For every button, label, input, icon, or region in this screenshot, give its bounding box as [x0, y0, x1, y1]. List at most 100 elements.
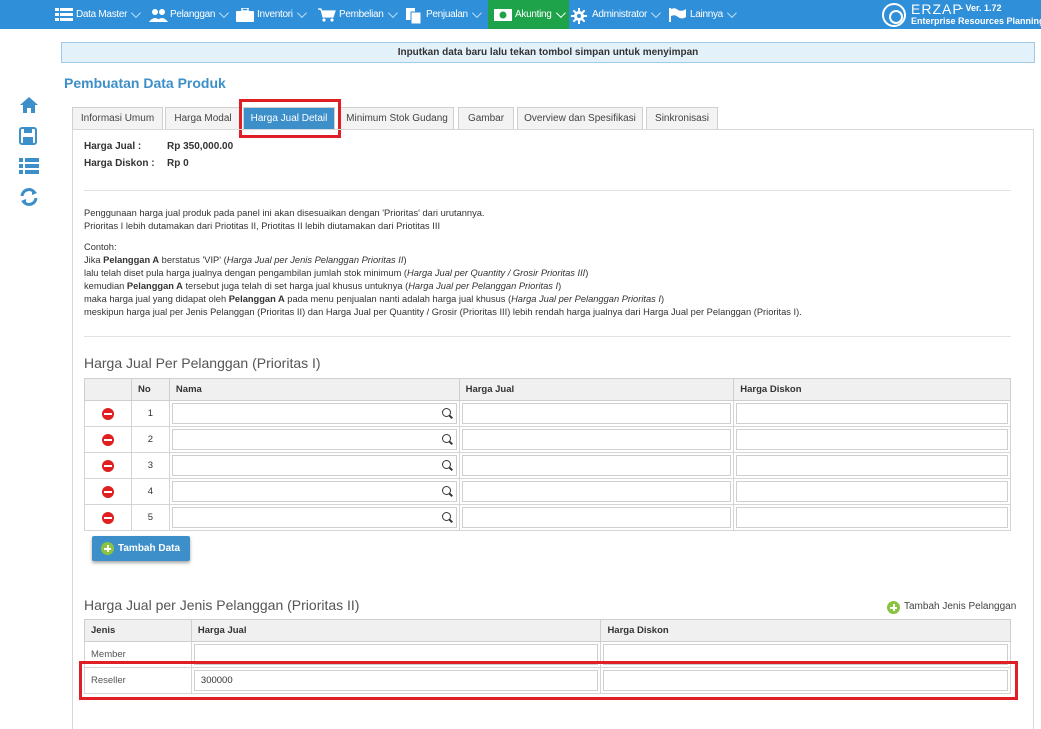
briefcase-icon	[236, 6, 254, 22]
chevron-down-icon	[471, 8, 482, 19]
delete-row-icon[interactable]	[101, 485, 114, 498]
harga-diskon-input[interactable]	[736, 455, 1008, 476]
erzap-logo: ERZAP - Ver. 1.72 Enterprise Resources P…	[880, 0, 1041, 29]
version-label: - Ver. 1.72	[960, 3, 1002, 13]
desc-example-3: kemudian Pelanggan A tersebut juga telah…	[84, 281, 562, 291]
desc-line: Penggunaan harga jual produk pada panel …	[84, 208, 485, 218]
desc-line: Prioritas I lebih dutamakan dari Priotit…	[84, 221, 441, 231]
col-jenis: Jenis	[84, 619, 192, 642]
desc-example-2: lalu telah diset pula harga jualnya deng…	[84, 268, 589, 278]
tab-overview-spesifikasi[interactable]: Overview dan Spesifikasi	[517, 107, 643, 130]
delete-row-icon[interactable]	[101, 433, 114, 446]
search-icon[interactable]	[441, 512, 451, 521]
delete-row-icon[interactable]	[101, 511, 114, 524]
nav-pembelian[interactable]: Pembelian	[318, 0, 398, 29]
list-icon	[55, 7, 73, 22]
col-action	[84, 378, 132, 401]
tab-informasi-umum[interactable]: Informasi Umum	[72, 107, 163, 130]
table-header-row: No Nama Harga Jual Harga Diskon	[84, 378, 1011, 401]
nav-label: Pembelian	[339, 9, 384, 20]
harga-diskon-input[interactable]	[736, 507, 1008, 528]
nav-label: Akunting	[515, 9, 552, 20]
delete-row-icon[interactable]	[101, 407, 114, 420]
document-icon	[405, 7, 423, 24]
home-icon[interactable]	[19, 96, 39, 116]
search-icon[interactable]	[441, 460, 451, 469]
plus-circle-icon	[101, 542, 114, 555]
chevron-down-icon	[650, 8, 661, 19]
save-icon[interactable]	[19, 127, 39, 147]
desc-example-1: Jika Pelanggan A berstatus 'VIP' (Harga …	[84, 255, 407, 265]
harga-jual-input[interactable]	[461, 429, 732, 450]
tab-gambar[interactable]: Gambar	[458, 107, 514, 130]
harga-jual-input[interactable]	[461, 403, 732, 424]
harga-diskon-input[interactable]	[736, 429, 1008, 450]
money-icon	[494, 8, 512, 22]
plus-circle-icon	[887, 601, 900, 614]
tambah-data-button[interactable]: Tambah Data	[92, 536, 190, 561]
row-number: 5	[130, 504, 170, 531]
nav-lainnya[interactable]: Lainnya	[669, 0, 737, 29]
link-label: Tambah Jenis Pelanggan	[904, 601, 1017, 612]
desc-example-4: maka harga jual yang didapat oleh Pelang…	[84, 294, 665, 304]
chevron-down-icon	[131, 8, 142, 19]
page-title: Pembuatan Data Produk	[64, 75, 226, 91]
users-icon	[149, 8, 168, 22]
search-icon[interactable]	[441, 408, 451, 417]
table-row: 1	[84, 400, 1011, 427]
row-number: 2	[130, 426, 170, 453]
harga-jual-label: Harga Jual :	[84, 141, 142, 152]
logo-text: ERZAP	[911, 1, 963, 17]
button-label: Tambah Data	[118, 543, 181, 554]
nama-input[interactable]	[171, 403, 457, 424]
tambah-jenis-pelanggan-link[interactable]: Tambah Jenis Pelanggan	[887, 601, 1017, 614]
nama-input[interactable]	[171, 429, 457, 450]
tab-sinkronisasi[interactable]: Sinkronisasi	[646, 107, 718, 130]
nama-input[interactable]	[171, 455, 457, 476]
top-navbar: Data Master Pelanggan Inventori Pembelia…	[0, 0, 1041, 29]
harga-diskon-input[interactable]	[736, 403, 1008, 424]
logo-icon	[882, 3, 906, 27]
row-number: 1	[130, 400, 170, 427]
col-nama: Nama	[168, 378, 460, 401]
table-header-row: Jenis Harga Jual Harga Diskon	[84, 619, 1011, 642]
nav-penjualan[interactable]: Penjualan	[405, 0, 482, 29]
nav-pelanggan[interactable]: Pelanggan	[149, 0, 229, 29]
nav-administrator[interactable]: Administrator	[571, 0, 661, 29]
nav-data-master[interactable]: Data Master	[55, 0, 142, 29]
row-number: 4	[130, 478, 170, 505]
nav-akunting[interactable]: Akunting	[488, 0, 569, 29]
search-icon[interactable]	[441, 486, 451, 495]
tab-minimum-stok-gudang[interactable]: Minimum Stok Gudang	[340, 107, 454, 130]
nama-input[interactable]	[171, 481, 457, 502]
harga-diskon-input[interactable]	[736, 481, 1008, 502]
row-number: 3	[130, 452, 170, 479]
table-row: 3	[84, 452, 1011, 479]
list-view-icon[interactable]	[19, 157, 39, 177]
col-harga-jual: Harga Jual	[190, 619, 602, 642]
harga-jual-input[interactable]	[461, 481, 732, 502]
harga-jual-input[interactable]	[461, 507, 732, 528]
nav-label: Pelanggan	[170, 9, 216, 20]
search-icon[interactable]	[441, 434, 451, 443]
flag-icon	[669, 7, 687, 22]
harga-per-pelanggan-table: No Nama Harga Jual Harga Diskon 1 2 3 4 …	[84, 378, 1011, 531]
section-title-prioritas-1: Harga Jual Per Pelanggan (Prioritas I)	[84, 355, 321, 371]
row-highlight-annotation	[79, 661, 1018, 700]
desc-example-5: meskipun harga jual per Jenis Pelanggan …	[84, 307, 802, 317]
table-row: 2	[84, 426, 1011, 453]
delete-row-icon[interactable]	[101, 459, 114, 472]
nav-label: Inventori	[257, 9, 293, 20]
refresh-icon[interactable]	[19, 187, 39, 207]
harga-jual-input[interactable]	[461, 455, 732, 476]
nav-label: Penjualan	[426, 9, 468, 20]
chevron-down-icon	[387, 8, 398, 19]
nav-inventori[interactable]: Inventori	[236, 0, 307, 29]
chevron-down-icon	[219, 8, 229, 19]
col-harga-diskon: Harga Diskon	[600, 619, 1011, 642]
nama-input[interactable]	[171, 507, 457, 528]
harga-diskon-label: Harga Diskon :	[84, 158, 155, 169]
table-row: 5	[84, 504, 1011, 531]
tab-harga-modal[interactable]: Harga Modal	[165, 107, 241, 130]
divider	[84, 190, 1011, 191]
